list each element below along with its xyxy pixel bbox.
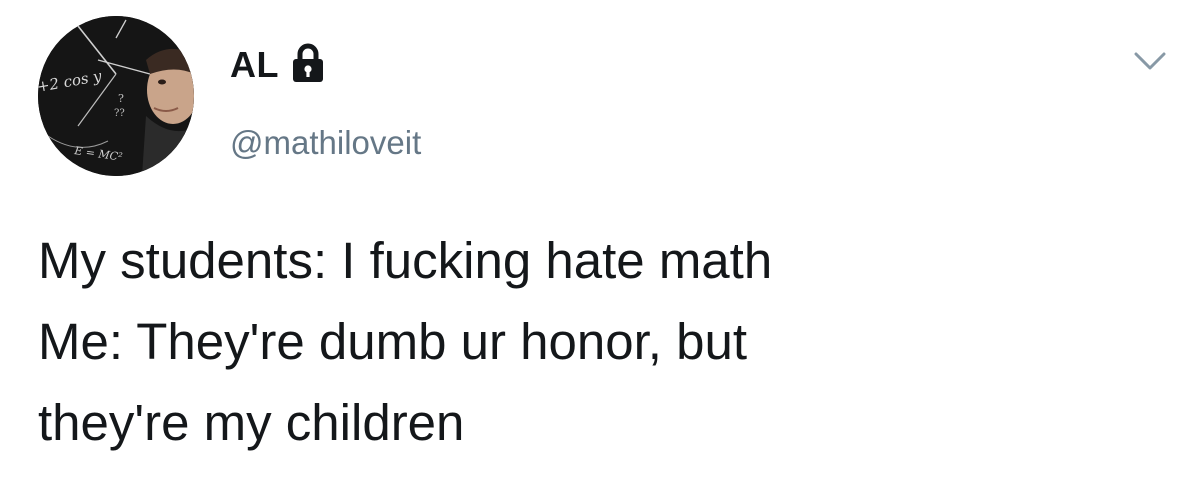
avatar-image: +2 cos y E = MC² ? ?? — [38, 16, 194, 176]
display-name[interactable]: AL — [230, 44, 279, 86]
avatar[interactable]: +2 cos y E = MC² ? ?? — [38, 16, 194, 176]
tweet-text: My students: I fucking hate math Me: The… — [38, 220, 1168, 463]
lock-icon — [291, 43, 325, 83]
name-row: AL — [230, 40, 421, 90]
tweet-text-line-1: My students: I fucking hate math — [38, 232, 773, 289]
tweet-text-line-3: they're my children — [38, 394, 465, 451]
avatar-question-2: ?? — [114, 108, 125, 119]
tweet: +2 cos y E = MC² ? ?? AL @mathiloveit My… — [0, 0, 1200, 477]
tweet-text-line-2: Me: They're dumb ur honor, but — [38, 313, 748, 370]
chevron-down-icon[interactable] — [1132, 46, 1168, 74]
tweet-header: AL @mathiloveit — [230, 40, 421, 162]
user-handle[interactable]: @mathiloveit — [230, 124, 421, 162]
avatar-question-1: ? — [118, 92, 124, 105]
